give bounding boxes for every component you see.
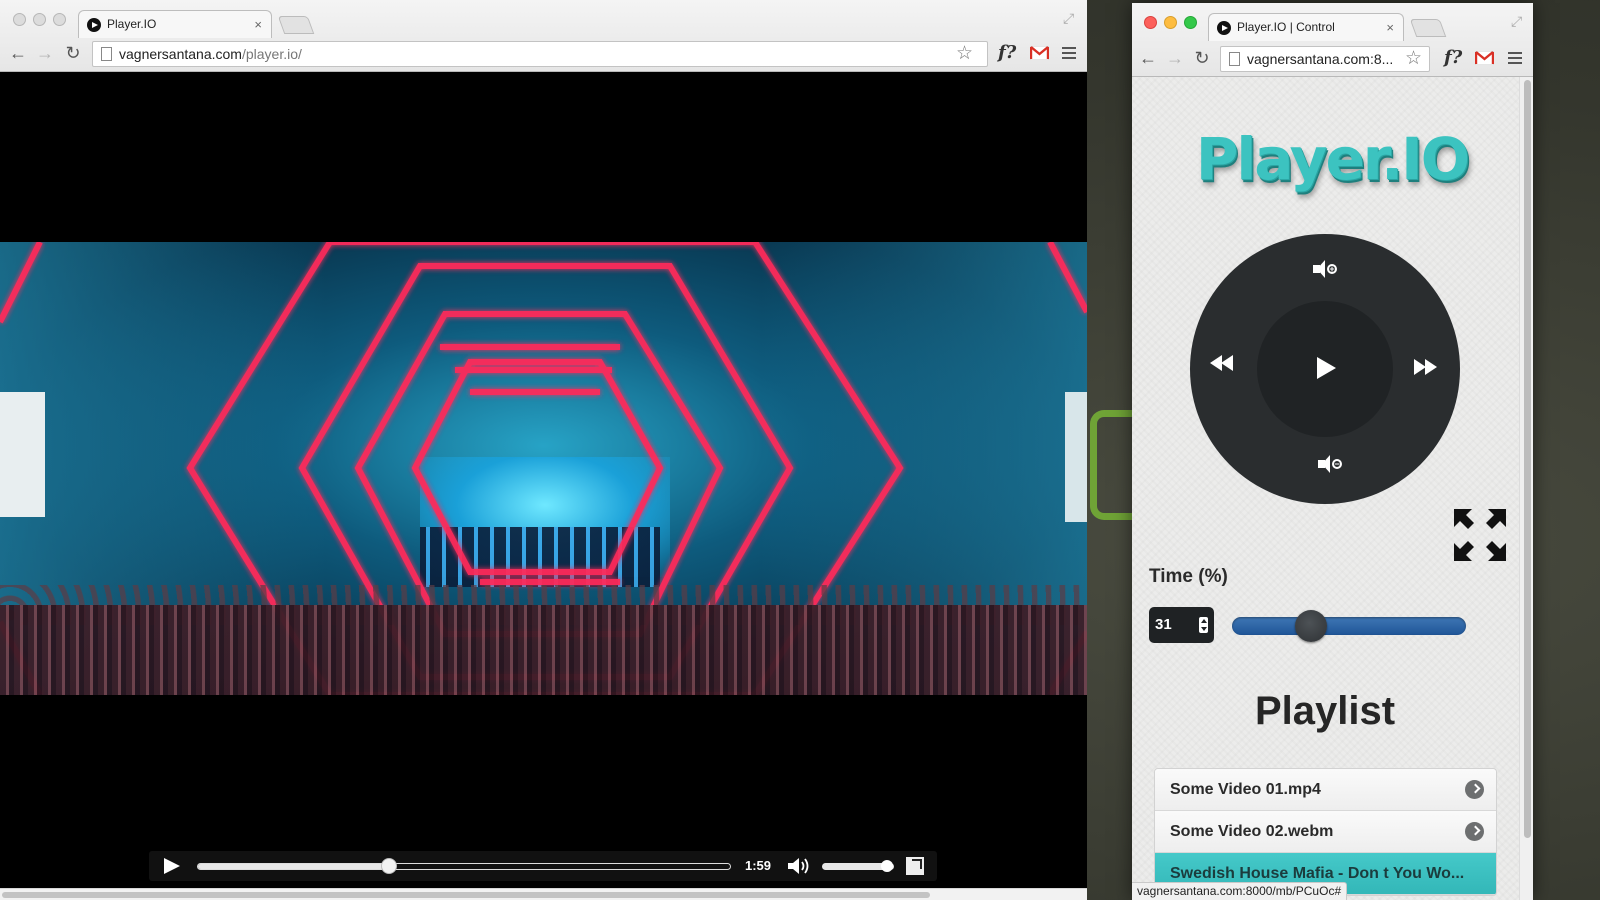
tab-bar: Player.IO | Control × ⤢ xyxy=(1132,3,1533,41)
tab-close-button[interactable]: × xyxy=(1386,14,1394,41)
volume-handle[interactable] xyxy=(880,860,893,872)
play-icon[interactable] xyxy=(164,858,180,874)
rewind-icon-part xyxy=(1221,355,1233,371)
tab-bar: Player.IO × ⤢ xyxy=(0,0,1087,38)
playlist-heading: Playlist xyxy=(1254,689,1396,733)
minimize-window-button[interactable] xyxy=(33,13,46,26)
menu-icon[interactable] xyxy=(1508,52,1522,66)
seek-handle[interactable] xyxy=(381,858,398,874)
forward-icon[interactable]: → xyxy=(34,42,56,64)
horizontal-scrollbar[interactable] xyxy=(0,888,1087,900)
tab-title: Player.IO | Control xyxy=(1237,20,1335,34)
browser-chrome: Player.IO | Control × ⤢ ← → ↻ vagnersant… xyxy=(1132,3,1533,77)
new-tab-button[interactable] xyxy=(1409,19,1447,37)
url-text: vagnersantana.com/player.io/ xyxy=(119,42,302,66)
control-app: Player.IO + − Time (%) 31 Playlist Some … xyxy=(1132,77,1533,900)
video-controls: 1:59 xyxy=(149,851,937,881)
control-browser-window: Player.IO | Control × ⤢ ← → ↻ vagnersant… xyxy=(1132,3,1533,900)
gmail-icon[interactable] xyxy=(1475,51,1494,65)
zoom-window-button[interactable] xyxy=(53,13,66,26)
fast-forward-icon-part xyxy=(1425,359,1437,375)
current-time: 1:59 xyxy=(745,858,772,873)
time-range-handle[interactable] xyxy=(1294,610,1327,642)
player-favicon-icon xyxy=(1217,21,1231,35)
fullscreen-window-icon[interactable]: ⤢ xyxy=(1511,14,1525,28)
url-host: vagnersantana.com xyxy=(119,46,242,62)
tab-title: Player.IO xyxy=(107,17,157,31)
close-window-button[interactable] xyxy=(1144,16,1157,29)
app-logo: Player.IO xyxy=(1195,125,1470,193)
forward-icon[interactable]: → xyxy=(1164,47,1186,69)
stepper-icon[interactable] xyxy=(1199,617,1208,633)
video-frame[interactable] xyxy=(0,242,1087,695)
tab-close-button[interactable]: × xyxy=(254,11,262,38)
volume-up-button[interactable]: + xyxy=(1313,259,1341,281)
video-crowd xyxy=(0,605,1087,695)
back-icon[interactable]: ← xyxy=(7,42,29,64)
fullscreen-icon[interactable] xyxy=(906,857,924,875)
plus-sign-icon: + xyxy=(1327,264,1337,274)
reload-icon[interactable]: ↻ xyxy=(1191,47,1213,69)
playlist-item-label: Swedish House Mafia - Don t You Wo... xyxy=(1170,865,1465,882)
video-player[interactable]: 1:59 xyxy=(0,72,1087,900)
extension-f-icon[interactable]: f? xyxy=(998,42,1016,63)
time-number-value: 31 xyxy=(1155,616,1172,633)
expand-arrows-icon[interactable] xyxy=(1454,509,1506,561)
browser-chrome: Player.IO × ⤢ ← → ↻ vagnersantana.com/pl… xyxy=(0,0,1087,72)
tab-player-io[interactable]: Player.IO × xyxy=(78,10,272,38)
star-icon[interactable]: ☆ xyxy=(1405,48,1422,70)
toolbar: ← → ↻ vagnersantana.com/player.io/ ☆ f? xyxy=(0,38,1087,72)
chevron-right-icon[interactable] xyxy=(1465,780,1484,799)
rewind-button[interactable] xyxy=(1210,355,1236,373)
control-dial: + − xyxy=(1190,234,1460,504)
page-icon xyxy=(101,47,112,61)
back-icon[interactable]: ← xyxy=(1137,47,1159,69)
seek-bar[interactable] xyxy=(197,863,731,870)
menu-icon[interactable] xyxy=(1062,47,1076,61)
fullscreen-window-icon[interactable]: ⤢ xyxy=(1063,11,1077,25)
new-tab-button[interactable] xyxy=(277,16,315,34)
volume-down-button[interactable]: − xyxy=(1318,454,1346,476)
status-bar-url: vagnersantana.com:8000/mb/PCuOc# xyxy=(1132,882,1348,900)
page-icon xyxy=(1229,52,1240,66)
volume-up-icon xyxy=(1313,260,1325,278)
extension-f-icon[interactable]: f? xyxy=(1444,47,1462,68)
close-window-button[interactable] xyxy=(13,13,26,26)
url-path: /player.io/ xyxy=(241,46,302,62)
address-bar[interactable]: vagnersantana.com/player.io/ ☆ xyxy=(92,41,988,67)
time-label: Time (%) xyxy=(1149,566,1228,587)
playlist-item-label: Some Video 02.webm xyxy=(1170,823,1334,840)
volume-icon[interactable] xyxy=(786,857,812,875)
zoom-window-button[interactable] xyxy=(1184,16,1197,29)
address-bar[interactable]: vagnersantana.com:8... ☆ xyxy=(1220,46,1430,72)
player-favicon-icon xyxy=(87,18,101,32)
vertical-scrollbar-thumb[interactable] xyxy=(1524,80,1531,838)
gmail-icon[interactable] xyxy=(1030,46,1049,60)
play-button[interactable] xyxy=(1257,301,1393,437)
volume-down-icon xyxy=(1318,455,1330,473)
url-text: vagnersantana.com:8... xyxy=(1247,51,1394,67)
time-number-input[interactable]: 31 xyxy=(1149,607,1214,643)
minimize-window-button[interactable] xyxy=(1164,16,1177,29)
time-range-slider[interactable] xyxy=(1232,617,1466,635)
vertical-scrollbar[interactable] xyxy=(1519,77,1533,900)
play-icon xyxy=(1317,357,1336,379)
minus-sign-icon: − xyxy=(1332,459,1342,469)
tab-player-io-control[interactable]: Player.IO | Control × xyxy=(1208,13,1404,41)
chevron-right-icon[interactable] xyxy=(1465,822,1484,841)
main-browser-window: Player.IO × ⤢ ← → ↻ vagnersantana.com/pl… xyxy=(0,0,1087,900)
playlist: Some Video 01.mp4 Some Video 02.webm Swe… xyxy=(1154,768,1497,896)
toolbar: ← → ↻ vagnersantana.com:8... ☆ f? xyxy=(1132,43,1533,77)
seek-bar-fill xyxy=(198,864,391,869)
reload-icon[interactable]: ↻ xyxy=(62,42,84,64)
horizontal-scrollbar-thumb[interactable] xyxy=(2,892,930,898)
star-icon[interactable]: ☆ xyxy=(956,43,973,65)
playlist-item[interactable]: Some Video 02.webm xyxy=(1155,811,1496,853)
playlist-item[interactable]: Some Video 01.mp4 xyxy=(1155,769,1496,811)
playlist-item-label: Some Video 01.mp4 xyxy=(1170,781,1321,798)
fast-forward-button[interactable] xyxy=(1414,359,1440,377)
